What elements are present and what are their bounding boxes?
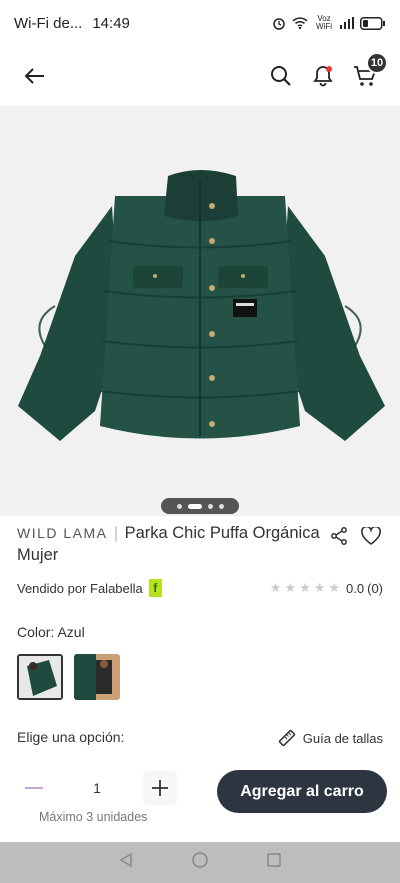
carousel-dot-active	[187, 503, 202, 509]
brand-name[interactable]: WILD LAMA	[17, 525, 108, 541]
clock: 14:49	[92, 14, 130, 32]
ruler-icon	[278, 729, 295, 747]
size-guide-link[interactable]: Guía de tallas	[277, 728, 383, 748]
max-units-note: Máximo 3 unidades	[39, 810, 148, 824]
signal-icon	[340, 17, 354, 29]
network-name: Wi-Fi de...	[14, 14, 83, 32]
search-button[interactable]	[264, 59, 298, 93]
increase-quantity-button[interactable]	[143, 771, 177, 805]
star-icon: ★	[269, 580, 282, 595]
quantity-value[interactable]: 1	[51, 780, 143, 796]
color-swatch-selected[interactable]	[17, 654, 63, 700]
battery-icon	[360, 16, 385, 30]
share-icon	[331, 527, 347, 545]
alarm-icon	[273, 18, 285, 30]
nav-home-button[interactable]	[191, 851, 209, 874]
back-button[interactable]	[18, 59, 52, 93]
size-option-label: Elige una opción:	[17, 729, 125, 745]
jacket-image	[18, 170, 385, 441]
star-icon: ★	[313, 580, 326, 595]
brand-separator: |	[113, 525, 119, 542]
add-to-cart-button[interactable]: Agregar al carro	[217, 770, 387, 813]
quantity-stepper: 1	[17, 771, 177, 805]
rating-count: (0)	[367, 580, 383, 596]
swatch-image	[19, 656, 61, 698]
product-info: WILD LAMA | Parka Chic Puffa Orgánica Mu…	[17, 522, 383, 566]
cart-count-badge: 10	[366, 52, 388, 74]
rating-value: 0.0	[346, 580, 365, 596]
arrow-left-icon	[25, 68, 44, 84]
product-image[interactable]	[0, 106, 400, 516]
search-icon	[271, 66, 291, 86]
star-icon: ★	[299, 580, 311, 595]
nav-back-button[interactable]	[118, 852, 134, 873]
plus-icon	[152, 780, 168, 796]
carousel-dot	[207, 503, 213, 509]
swatch-image	[74, 654, 120, 700]
seller-text: Vendido por Falabella	[17, 580, 143, 596]
star-icon: ★	[328, 580, 341, 595]
wishlist-button[interactable]	[359, 524, 383, 548]
wifi-icon	[292, 17, 308, 30]
volte-label: Voz WiFi	[316, 14, 332, 31]
app-bar: 10	[0, 46, 400, 106]
system-nav-bar	[0, 842, 400, 883]
circle-home-icon	[192, 852, 208, 868]
share-button[interactable]	[327, 524, 351, 548]
seller-row: Vendido por Falabella f ★ ★ ★ ★ ★ 0.0 (0…	[17, 578, 383, 598]
status-bar: Wi-Fi de... 14:49 Voz WiFi	[0, 0, 400, 46]
heart-icon	[361, 527, 381, 545]
notifications-button[interactable]	[306, 59, 340, 93]
nav-recents-button[interactable]	[266, 852, 282, 873]
bell-icon	[313, 66, 333, 87]
minus-icon	[25, 787, 43, 789]
image-carousel-indicator	[161, 498, 239, 514]
status-icons: Voz WiFi	[272, 15, 386, 31]
rating[interactable]: ★ ★ ★ ★ ★ 0.0 (0)	[270, 580, 383, 596]
carousel-dot	[176, 503, 182, 509]
triangle-back-icon	[119, 852, 133, 868]
square-recents-icon	[266, 853, 281, 867]
color-label: Color: Azul	[17, 624, 85, 640]
color-swatch[interactable]	[74, 654, 120, 700]
falabella-badge: f	[148, 579, 162, 597]
star-icon: ★	[284, 580, 297, 595]
carousel-dot	[218, 503, 224, 509]
decrease-quantity-button[interactable]	[17, 771, 51, 805]
size-guide-label: Guía de tallas	[302, 730, 383, 746]
cart-button[interactable]: 10	[348, 52, 388, 93]
